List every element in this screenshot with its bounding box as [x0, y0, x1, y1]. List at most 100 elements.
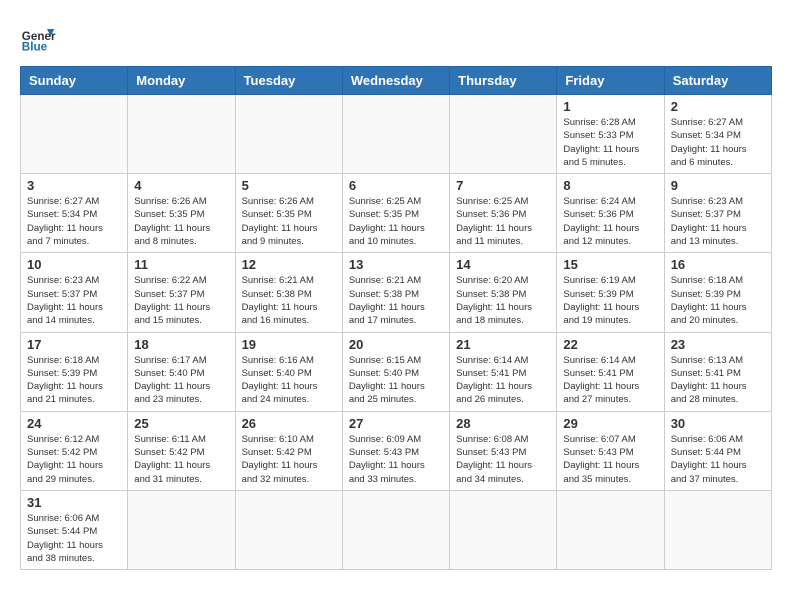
day-number: 2	[671, 99, 765, 114]
calendar-cell: 1Sunrise: 6:28 AM Sunset: 5:33 PM Daylig…	[557, 95, 664, 174]
day-number: 17	[27, 337, 121, 352]
calendar-cell: 12 Sunrise: 6:21 AM Sunset: 5:38 PM Dayli…	[235, 253, 342, 332]
calendar-cell: 11Sunrise: 6:22 AM Sunset: 5:37 PM Dayli…	[128, 253, 235, 332]
calendar-cell	[450, 95, 557, 174]
day-number: 12	[242, 257, 336, 272]
calendar-cell	[342, 490, 449, 569]
day-number: 31	[27, 495, 121, 510]
day-number: 26	[242, 416, 336, 431]
day-number: 22	[563, 337, 657, 352]
weekday-header-wednesday: Wednesday	[342, 67, 449, 95]
calendar-cell: 28 Sunrise: 6:08 AM Sunset: 5:43 PM Dayli…	[450, 411, 557, 490]
svg-text:Blue: Blue	[22, 41, 48, 54]
day-info: Sunrise: 6:21 AM Sunset: 5:38 PM Dayligh…	[349, 274, 443, 327]
calendar-cell	[235, 95, 342, 174]
day-number: 10	[27, 257, 121, 272]
day-info: Sunrise: 6:06 AM Sunset: 5:44 PM Dayligh…	[27, 512, 121, 565]
day-info: Sunrise: 6:11 AM Sunset: 5:42 PM Dayligh…	[134, 433, 228, 486]
day-info: Sunrise: 6:09 AM Sunset: 5:43 PM Dayligh…	[349, 433, 443, 486]
calendar-cell: 17Sunrise: 6:18 AM Sunset: 5:39 PM Dayli…	[21, 332, 128, 411]
day-number: 13	[349, 257, 443, 272]
header: General Blue	[20, 20, 772, 56]
calendar-cell: 7Sunrise: 6:25 AM Sunset: 5:36 PM Daylig…	[450, 174, 557, 253]
calendar-cell: 18 Sunrise: 6:17 AM Sunset: 5:40 PM Dayli…	[128, 332, 235, 411]
calendar-cell	[664, 490, 771, 569]
day-number: 3	[27, 178, 121, 193]
day-info: Sunrise: 6:23 AM Sunset: 5:37 PM Dayligh…	[27, 274, 121, 327]
day-info: Sunrise: 6:21 AM Sunset: 5:38 PM Dayligh…	[242, 274, 336, 327]
calendar-week-row: 24 Sunrise: 6:12 AM Sunset: 5:42 PM Dayli…	[21, 411, 772, 490]
day-number: 5	[242, 178, 336, 193]
day-number: 20	[349, 337, 443, 352]
day-info: Sunrise: 6:13 AM Sunset: 5:41 PM Dayligh…	[671, 354, 765, 407]
calendar-cell: 15 Sunrise: 6:19 AM Sunset: 5:39 PM Dayli…	[557, 253, 664, 332]
day-info: Sunrise: 6:17 AM Sunset: 5:40 PM Dayligh…	[134, 354, 228, 407]
day-info: Sunrise: 6:14 AM Sunset: 5:41 PM Dayligh…	[563, 354, 657, 407]
calendar-cell: 5 Sunrise: 6:26 AM Sunset: 5:35 PM Daylig…	[235, 174, 342, 253]
day-info: Sunrise: 6:06 AM Sunset: 5:44 PM Dayligh…	[671, 433, 765, 486]
calendar-cell: 27 Sunrise: 6:09 AM Sunset: 5:43 PM Dayli…	[342, 411, 449, 490]
logo: General Blue	[20, 20, 56, 56]
calendar-cell: 26 Sunrise: 6:10 AM Sunset: 5:42 PM Dayli…	[235, 411, 342, 490]
day-number: 24	[27, 416, 121, 431]
day-info: Sunrise: 6:24 AM Sunset: 5:36 PM Dayligh…	[563, 195, 657, 248]
calendar-cell	[342, 95, 449, 174]
calendar-cell: 25Sunrise: 6:11 AM Sunset: 5:42 PM Dayli…	[128, 411, 235, 490]
weekday-header-sunday: Sunday	[21, 67, 128, 95]
day-info: Sunrise: 6:25 AM Sunset: 5:36 PM Dayligh…	[456, 195, 550, 248]
day-number: 18	[134, 337, 228, 352]
day-number: 16	[671, 257, 765, 272]
day-info: Sunrise: 6:26 AM Sunset: 5:35 PM Dayligh…	[134, 195, 228, 248]
day-info: Sunrise: 6:20 AM Sunset: 5:38 PM Dayligh…	[456, 274, 550, 327]
calendar-cell: 8 Sunrise: 6:24 AM Sunset: 5:36 PM Daylig…	[557, 174, 664, 253]
day-number: 19	[242, 337, 336, 352]
day-info: Sunrise: 6:26 AM Sunset: 5:35 PM Dayligh…	[242, 195, 336, 248]
calendar-cell: 23Sunrise: 6:13 AM Sunset: 5:41 PM Dayli…	[664, 332, 771, 411]
day-number: 15	[563, 257, 657, 272]
day-number: 6	[349, 178, 443, 193]
calendar-cell: 10 Sunrise: 6:23 AM Sunset: 5:37 PM Dayli…	[21, 253, 128, 332]
calendar-cell: 20 Sunrise: 6:15 AM Sunset: 5:40 PM Dayli…	[342, 332, 449, 411]
weekday-header-saturday: Saturday	[664, 67, 771, 95]
calendar-cell: 13 Sunrise: 6:21 AM Sunset: 5:38 PM Dayli…	[342, 253, 449, 332]
calendar-cell	[557, 490, 664, 569]
day-number: 29	[563, 416, 657, 431]
calendar-cell	[235, 490, 342, 569]
weekday-header-row: SundayMondayTuesdayWednesdayThursdayFrid…	[21, 67, 772, 95]
day-info: Sunrise: 6:23 AM Sunset: 5:37 PM Dayligh…	[671, 195, 765, 248]
day-number: 27	[349, 416, 443, 431]
calendar-week-row: 1Sunrise: 6:28 AM Sunset: 5:33 PM Daylig…	[21, 95, 772, 174]
day-number: 8	[563, 178, 657, 193]
weekday-header-friday: Friday	[557, 67, 664, 95]
day-info: Sunrise: 6:16 AM Sunset: 5:40 PM Dayligh…	[242, 354, 336, 407]
day-info: Sunrise: 6:10 AM Sunset: 5:42 PM Dayligh…	[242, 433, 336, 486]
day-number: 14	[456, 257, 550, 272]
day-info: Sunrise: 6:12 AM Sunset: 5:42 PM Dayligh…	[27, 433, 121, 486]
day-number: 28	[456, 416, 550, 431]
calendar-cell: 19 Sunrise: 6:16 AM Sunset: 5:40 PM Dayli…	[235, 332, 342, 411]
weekday-header-tuesday: Tuesday	[235, 67, 342, 95]
calendar-cell	[450, 490, 557, 569]
day-number: 30	[671, 416, 765, 431]
calendar-cell: 31 Sunrise: 6:06 AM Sunset: 5:44 PM Dayli…	[21, 490, 128, 569]
day-info: Sunrise: 6:19 AM Sunset: 5:39 PM Dayligh…	[563, 274, 657, 327]
day-info: Sunrise: 6:25 AM Sunset: 5:35 PM Dayligh…	[349, 195, 443, 248]
day-info: Sunrise: 6:28 AM Sunset: 5:33 PM Dayligh…	[563, 116, 657, 169]
calendar-cell: 2 Sunrise: 6:27 AM Sunset: 5:34 PM Daylig…	[664, 95, 771, 174]
calendar-cell: 29Sunrise: 6:07 AM Sunset: 5:43 PM Dayli…	[557, 411, 664, 490]
day-info: Sunrise: 6:15 AM Sunset: 5:40 PM Dayligh…	[349, 354, 443, 407]
calendar-table: SundayMondayTuesdayWednesdayThursdayFrid…	[20, 66, 772, 570]
day-info: Sunrise: 6:27 AM Sunset: 5:34 PM Dayligh…	[671, 116, 765, 169]
day-info: Sunrise: 6:27 AM Sunset: 5:34 PM Dayligh…	[27, 195, 121, 248]
weekday-header-thursday: Thursday	[450, 67, 557, 95]
day-info: Sunrise: 6:22 AM Sunset: 5:37 PM Dayligh…	[134, 274, 228, 327]
day-info: Sunrise: 6:08 AM Sunset: 5:43 PM Dayligh…	[456, 433, 550, 486]
calendar-week-row: 31 Sunrise: 6:06 AM Sunset: 5:44 PM Dayli…	[21, 490, 772, 569]
day-number: 21	[456, 337, 550, 352]
weekday-header-monday: Monday	[128, 67, 235, 95]
calendar-cell: 22 Sunrise: 6:14 AM Sunset: 5:41 PM Dayli…	[557, 332, 664, 411]
calendar-cell	[128, 95, 235, 174]
calendar-cell	[21, 95, 128, 174]
calendar-cell: 24 Sunrise: 6:12 AM Sunset: 5:42 PM Dayli…	[21, 411, 128, 490]
calendar-cell: 21Sunrise: 6:14 AM Sunset: 5:41 PM Dayli…	[450, 332, 557, 411]
